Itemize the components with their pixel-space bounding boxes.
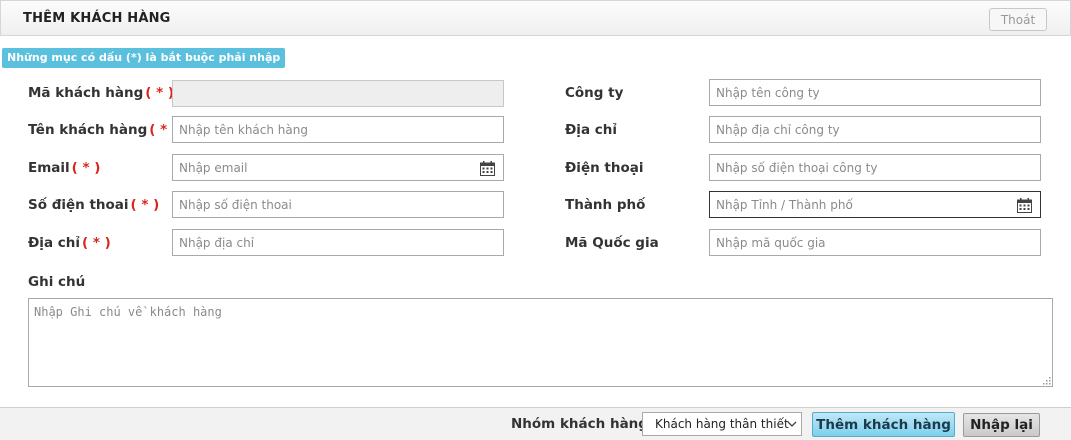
chevron-down-icon — [787, 421, 797, 427]
company-phone-input[interactable] — [709, 154, 1041, 181]
company-input[interactable] — [709, 79, 1041, 106]
customer-group-selected-value: Khách hàng thân thiết — [655, 417, 789, 431]
company-address-label: Địa chỉ — [565, 122, 617, 138]
required-marker: ( * ) — [82, 235, 111, 251]
add-customer-button[interactable]: Thêm khách hàng — [812, 412, 955, 437]
city-label: Thành phố — [565, 197, 646, 213]
note-textarea[interactable] — [28, 298, 1053, 387]
calendar-icon[interactable] — [1017, 198, 1032, 213]
customer-group-label: Nhóm khách hàng: — [511, 416, 654, 432]
required-marker: ( * ) — [145, 85, 175, 101]
resize-grip-icon[interactable] — [1041, 375, 1051, 385]
dialog-header: THÊM KHÁCH HÀNG Thoát — [0, 0, 1071, 36]
customer-name-label: Tên khách hàng( * ) — [28, 122, 178, 138]
email-label: Email( * ) — [28, 160, 100, 176]
exit-button[interactable]: Thoát — [989, 8, 1047, 31]
customer-code-label: Mã khách hàng( * ) — [28, 85, 174, 101]
customer-code-field — [172, 80, 504, 107]
calendar-icon[interactable] — [480, 161, 495, 176]
country-code-label: Mã Quốc gia — [565, 235, 659, 251]
email-input[interactable] — [172, 154, 504, 181]
note-label: Ghi chú — [28, 274, 86, 290]
customer-name-input[interactable] — [172, 116, 504, 143]
dialog-title: THÊM KHÁCH HÀNG — [23, 11, 171, 26]
reset-button[interactable]: Nhập lại — [963, 413, 1040, 437]
company-address-input[interactable] — [709, 116, 1041, 143]
company-phone-label: Điện thoại — [565, 160, 644, 176]
customer-code-label-text: Mã khách hàng — [28, 85, 144, 101]
phone-label: Số điện thoai( * ) — [28, 197, 159, 213]
phone-input[interactable] — [172, 191, 504, 218]
email-label-text: Email — [28, 160, 70, 176]
customer-group-select[interactable]: Khách hàng thân thiết — [642, 412, 802, 436]
address-label-text: Địa chỉ — [28, 235, 80, 251]
required-marker: ( * ) — [71, 160, 101, 176]
city-input[interactable] — [709, 191, 1041, 218]
customer-name-label-text: Tên khách hàng — [28, 122, 148, 138]
address-input[interactable] — [172, 229, 504, 256]
phone-label-text: Số điện thoai — [28, 197, 129, 213]
company-label: Công ty — [565, 85, 624, 101]
address-label: Địa chỉ( * ) — [28, 235, 111, 251]
required-marker: ( * ) — [130, 197, 160, 213]
required-fields-note: Những mục có dấu (*) là bắt buộc phải nh… — [2, 48, 286, 68]
country-code-input[interactable] — [709, 229, 1041, 256]
